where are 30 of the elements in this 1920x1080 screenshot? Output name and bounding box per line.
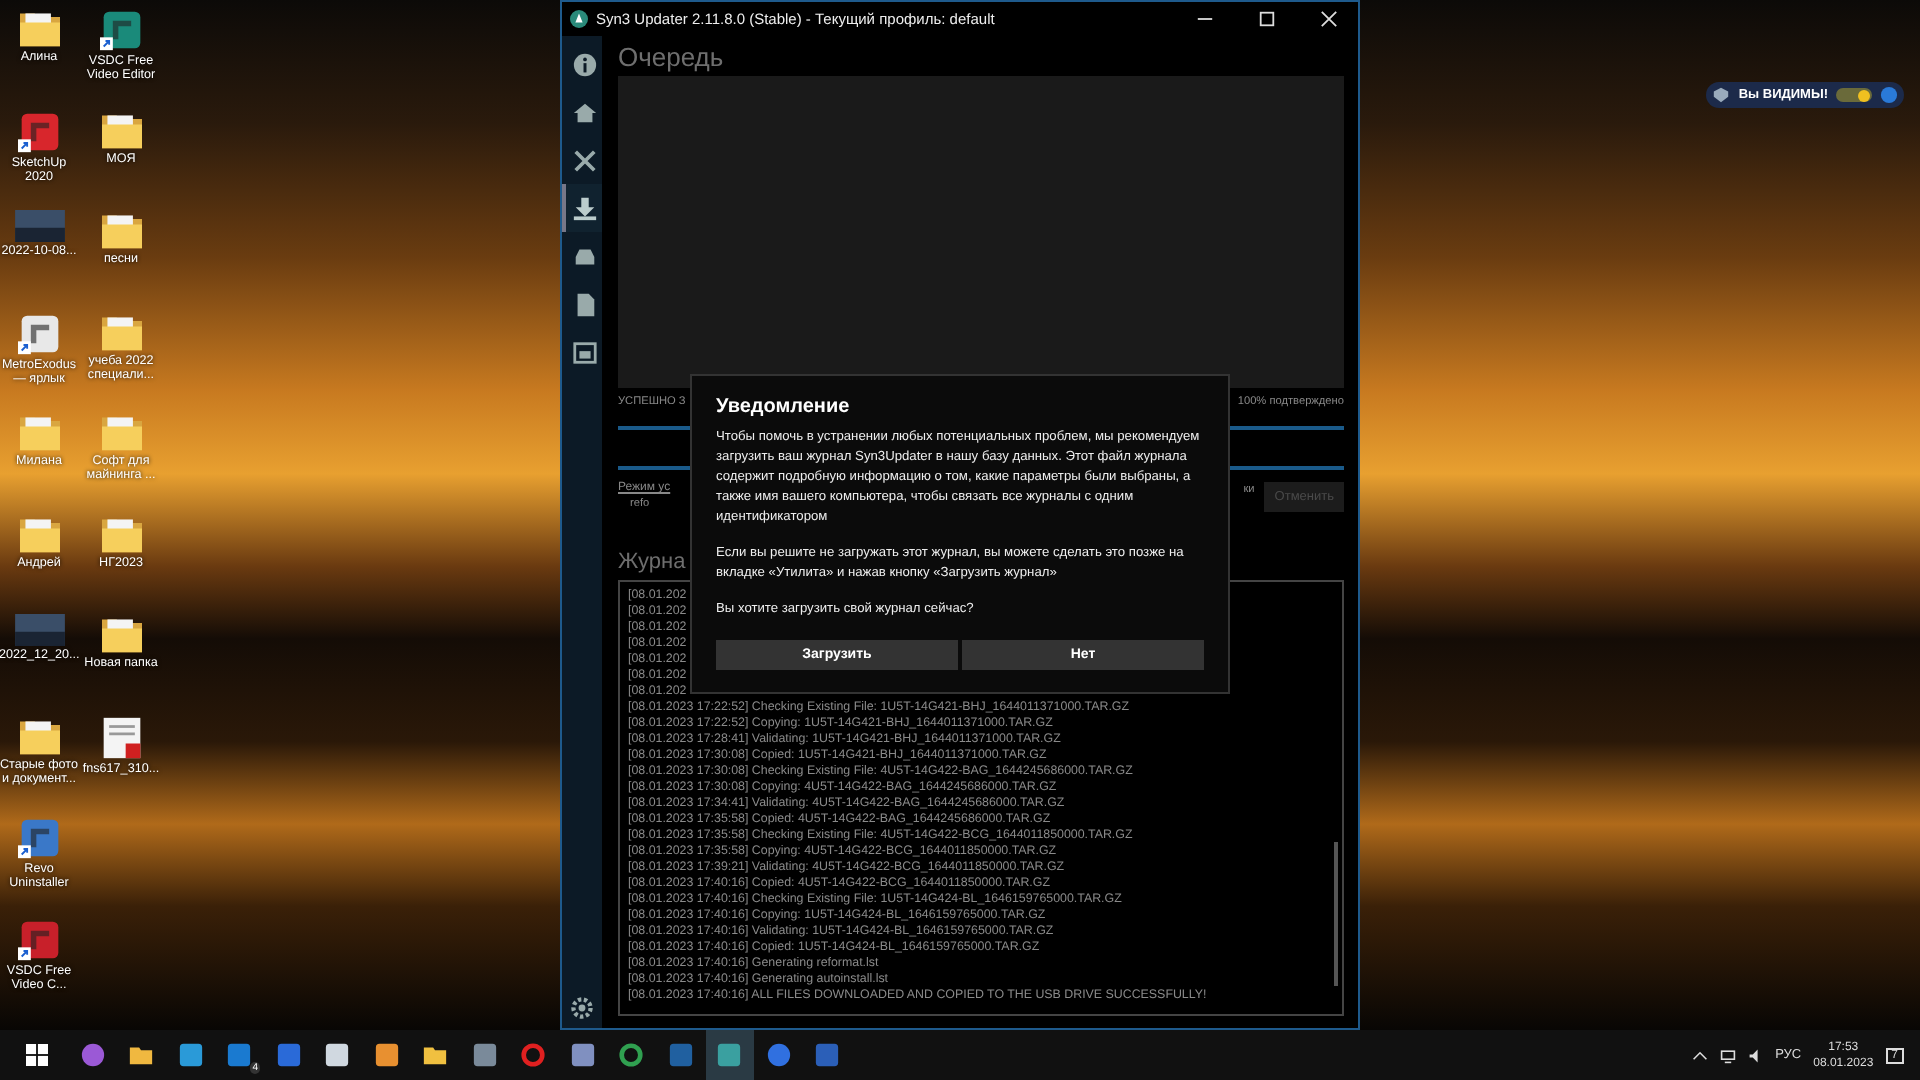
download-icon (571, 195, 597, 221)
app-icon[interactable] (17, 816, 61, 860)
dialog-title: Уведомление (716, 396, 852, 418)
app-logo-icon (570, 10, 588, 28)
sidebar-item[interactable] (562, 184, 602, 232)
close-icon[interactable] (1320, 10, 1338, 28)
scrollbar[interactable] (1334, 842, 1338, 986)
app-icon[interactable] (17, 109, 61, 153)
log-heading: Журна (618, 548, 686, 578)
settings-icon[interactable] (570, 996, 594, 1020)
queue-heading: Очередь (618, 40, 726, 76)
taskbar-app[interactable] (705, 1030, 754, 1080)
folder-icon[interactable] (17, 715, 61, 755)
folder-icon[interactable] (99, 109, 143, 149)
chevron-up-icon[interactable] (1691, 1047, 1708, 1063)
folder-icon[interactable] (17, 8, 61, 48)
pdf-file-icon[interactable] (99, 715, 143, 759)
app-icon[interactable] (99, 8, 143, 52)
home-icon (571, 99, 597, 125)
folder-icon[interactable] (99, 614, 143, 654)
visibility-toggle[interactable] (1836, 88, 1872, 102)
folder-icon[interactable] (99, 210, 143, 250)
image-thumbnail-icon[interactable] (13, 210, 65, 242)
windows-start-icon[interactable] (26, 1044, 48, 1066)
image-thumbnail-icon[interactable] (13, 614, 65, 646)
maximize-icon[interactable] (1258, 10, 1276, 28)
app-icon[interactable] (17, 917, 61, 961)
info-icon (571, 51, 597, 77)
app-icon[interactable] (17, 311, 61, 355)
speaker-icon[interactable] (1747, 1047, 1764, 1063)
